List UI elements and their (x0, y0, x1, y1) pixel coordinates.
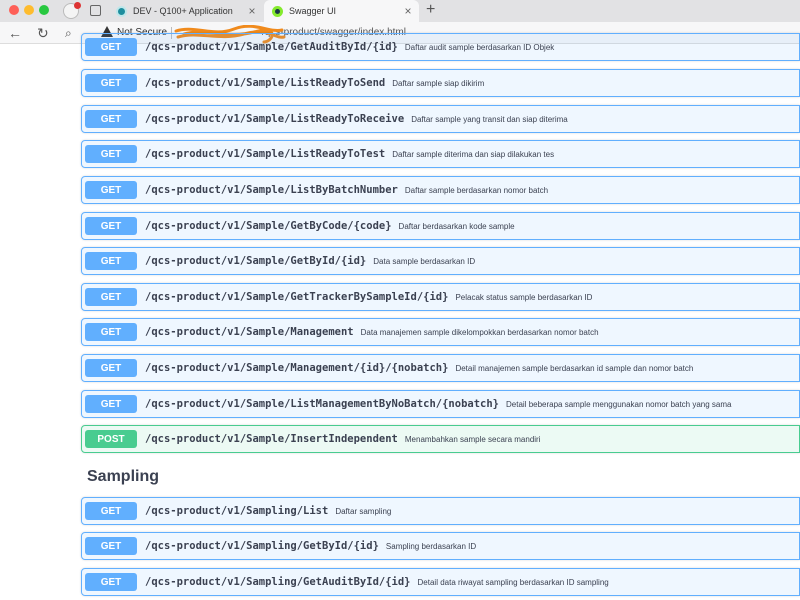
http-method-badge: GET (85, 288, 137, 306)
endpoint-description: Pelacak status sample berdasarkan ID (455, 292, 593, 302)
endpoint-path: /qcs-product/v1/Sample/Management (145, 326, 354, 338)
minimize-window-button[interactable] (24, 5, 34, 15)
browser-tab-bar: DEV - Q100+ Application × Swagger UI × + (0, 0, 800, 22)
operation-row[interactable]: GET/qcs-product/v1/Sample/ListManagement… (81, 390, 800, 418)
endpoint-path: /qcs-product/v1/Sample/GetTrackerBySampl… (145, 291, 449, 303)
profile-avatar-icon[interactable] (63, 2, 81, 19)
endpoint-description: Daftar berdasarkan kode sample (398, 221, 515, 231)
dev-favicon-icon (116, 5, 127, 17)
http-method-badge: GET (85, 217, 137, 235)
endpoint-description: Detail manajemen sample berdasarkan id s… (455, 363, 694, 373)
http-method-badge: GET (85, 38, 137, 56)
tab-overview-icon[interactable] (90, 5, 101, 16)
http-method-badge: GET (85, 359, 137, 377)
maximize-window-button[interactable] (39, 5, 49, 15)
endpoint-path: /qcs-product/v1/Sampling/GetById/{id} (145, 540, 379, 552)
operation-row[interactable]: GET/qcs-product/v1/Sampling/GetAuditById… (81, 568, 800, 596)
operation-row[interactable]: GET/qcs-product/v1/Sample/GetByCode/{cod… (81, 212, 800, 240)
endpoint-description: Daftar sample diterima dan siap dilakuka… (392, 149, 555, 159)
tab-close-button[interactable]: × (401, 4, 415, 18)
endpoint-description: Data manajemen sample dikelompokkan berd… (360, 327, 599, 337)
http-method-badge: GET (85, 181, 137, 199)
operation-row[interactable]: GET/qcs-product/v1/Sample/ListReadyToTes… (81, 140, 800, 168)
operation-row[interactable]: GET/qcs-product/v1/Sample/GetTrackerBySa… (81, 283, 800, 311)
endpoint-path: /qcs-product/v1/Sample/ListReadyToSend (145, 77, 386, 89)
close-window-button[interactable] (9, 5, 19, 15)
operation-row[interactable]: GET/qcs-product/v1/Sample/GetById/{id} Da… (81, 247, 800, 275)
endpoint-path: /qcs-product/v1/Sample/Management/{id}/{… (145, 362, 449, 374)
endpoint-description: Daftar sampling (335, 506, 392, 516)
operation-row[interactable]: GET/qcs-product/v1/Sample/Management Data… (81, 318, 800, 346)
endpoint-description: Sampling berdasarkan ID (385, 541, 477, 551)
endpoint-description: Detail data riwayat sampling berdasarkan… (417, 577, 609, 587)
endpoint-path: /qcs-product/v1/Sample/ListByBatchNumber (145, 184, 398, 196)
endpoint-description: Detail beberapa sample menggunakan nomor… (506, 399, 732, 409)
http-method-badge: GET (85, 110, 137, 128)
http-method-badge: GET (85, 74, 137, 92)
operation-row[interactable]: GET/qcs-product/v1/Sample/Management/{id… (81, 354, 800, 382)
swagger-content: GET/qcs-product/v1/Sample/GetAuditById/{… (0, 33, 800, 600)
http-method-badge: GET (85, 145, 137, 163)
http-method-badge: GET (85, 395, 137, 413)
swagger-favicon-icon (272, 5, 283, 17)
endpoint-description: Daftar audit sample berdasarkan ID Objek (404, 42, 555, 52)
back-icon[interactable]: ← (8, 24, 22, 42)
http-method-badge: GET (85, 323, 137, 341)
endpoint-description: Data sample berdasarkan ID (373, 256, 476, 266)
tab-label: DEV - Q100+ Application (133, 6, 233, 16)
operation-row[interactable]: GET/qcs-product/v1/Sample/ListReadyToSen… (81, 69, 800, 97)
http-method-badge: GET (85, 537, 137, 555)
http-method-badge: POST (85, 430, 137, 448)
operation-row[interactable]: GET/qcs-product/v1/Sampling/GetById/{id}… (81, 532, 800, 560)
operation-row[interactable]: POST/qcs-product/v1/Sample/InsertIndepen… (81, 425, 800, 453)
operation-row[interactable]: GET/qcs-product/v1/Sampling/List Daftar s… (81, 497, 800, 525)
new-tab-button[interactable]: + (426, 1, 435, 19)
operation-row[interactable]: GET/qcs-product/v1/Sample/GetAuditById/{… (81, 33, 800, 61)
reload-icon[interactable]: ↻ (37, 24, 49, 42)
section-title-sampling[interactable]: Sampling (87, 468, 159, 486)
search-icon[interactable]: ⌕ (65, 24, 72, 42)
tab-dev-application[interactable]: DEV - Q100+ Application × (108, 0, 263, 22)
endpoint-path: /qcs-product/v1/Sample/InsertIndependent (145, 433, 398, 445)
endpoint-path: /qcs-product/v1/Sample/ListManagementByN… (145, 398, 500, 410)
endpoint-path: /qcs-product/v1/Sample/GetAuditById/{id} (145, 41, 398, 53)
operation-row[interactable]: GET/qcs-product/v1/Sample/ListReadyToRec… (81, 105, 800, 133)
http-method-badge: GET (85, 252, 137, 270)
endpoint-path: /qcs-product/v1/Sample/GetByCode/{code} (145, 220, 392, 232)
http-method-badge: GET (85, 573, 137, 591)
endpoint-description: Daftar sample siap dikirim (392, 78, 485, 88)
endpoint-path: /qcs-product/v1/Sample/ListReadyToTest (145, 148, 386, 160)
http-method-badge: GET (85, 502, 137, 520)
endpoint-path: /qcs-product/v1/Sample/ListReadyToReceiv… (145, 113, 405, 125)
endpoint-description: Daftar sample berdasarkan nomor batch (404, 185, 549, 195)
operation-row[interactable]: GET/qcs-product/v1/Sample/ListByBatchNum… (81, 176, 800, 204)
endpoint-path: /qcs-product/v1/Sampling/List (145, 505, 329, 517)
endpoint-description: Daftar sample yang transit dan siap dite… (411, 114, 568, 124)
endpoint-description: Menambahkan sample secara mandiri (404, 434, 541, 444)
tab-close-button[interactable]: × (245, 4, 259, 18)
tab-label: Swagger UI (289, 6, 337, 16)
endpoint-path: /qcs-product/v1/Sampling/GetAuditById/{i… (145, 576, 411, 588)
endpoint-path: /qcs-product/v1/Sample/GetById/{id} (145, 255, 367, 267)
tab-swagger-ui[interactable]: Swagger UI × (264, 0, 419, 22)
